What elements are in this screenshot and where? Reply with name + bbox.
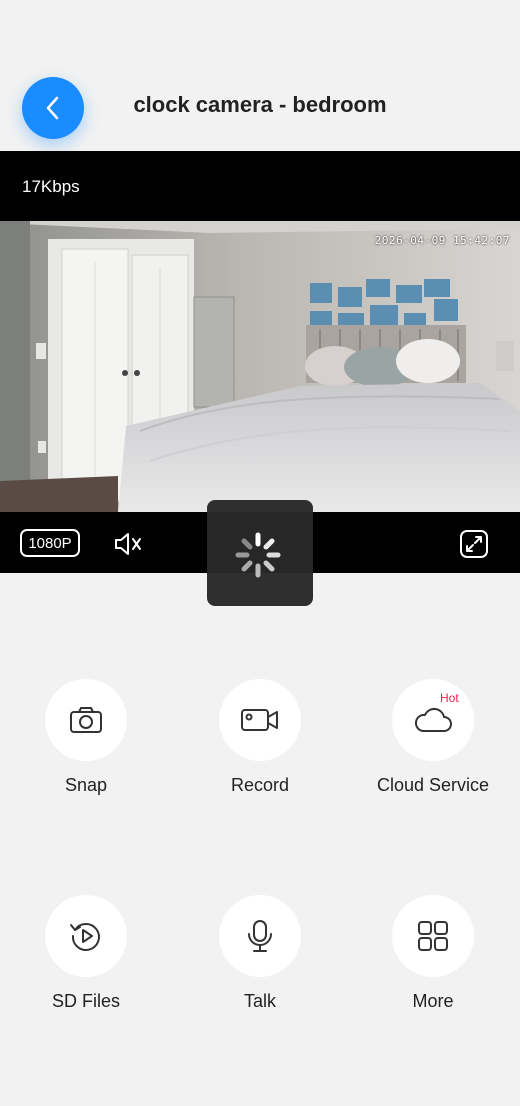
fullscreen-icon: [460, 530, 488, 558]
page-title: clock camera - bedroom: [133, 92, 387, 117]
snap-label: Snap: [64, 775, 108, 795]
bitrate-readout: 17Kbps: [22, 177, 80, 196]
mute-button[interactable]: [112, 528, 144, 560]
playback-icon: [70, 923, 100, 951]
fullscreen-button[interactable]: [458, 528, 490, 560]
video-camera-icon: [241, 709, 278, 731]
record-label: Record: [230, 775, 290, 795]
loading-spinner-icon: [233, 530, 283, 580]
snap-button[interactable]: Snap: [31, 679, 141, 796]
video-timestamp: 2026-04-09 15:42:07: [374, 234, 510, 247]
resolution-button[interactable]: 1080P: [20, 529, 80, 557]
record-button[interactable]: Record: [205, 679, 315, 796]
sd-files-label: SD Files: [51, 991, 120, 1011]
grid-icon: [418, 921, 448, 951]
cloud-icon: [414, 707, 452, 732]
hot-badge: Hot: [440, 691, 459, 705]
camera-icon: [70, 707, 102, 733]
sd-files-button[interactable]: SD Files: [31, 895, 141, 1012]
speaker-muted-icon: [115, 533, 141, 555]
cloud-service-label: Cloud Service: [376, 775, 490, 795]
cloud-service-button[interactable]: Hot Cloud Service: [375, 679, 491, 796]
more-button[interactable]: More: [378, 895, 488, 1012]
talk-button[interactable]: Talk: [205, 895, 315, 1012]
camera-feed[interactable]: [0, 221, 520, 512]
more-label: More: [412, 991, 454, 1011]
talk-label: Talk: [243, 991, 276, 1011]
microphone-icon: [248, 920, 272, 952]
